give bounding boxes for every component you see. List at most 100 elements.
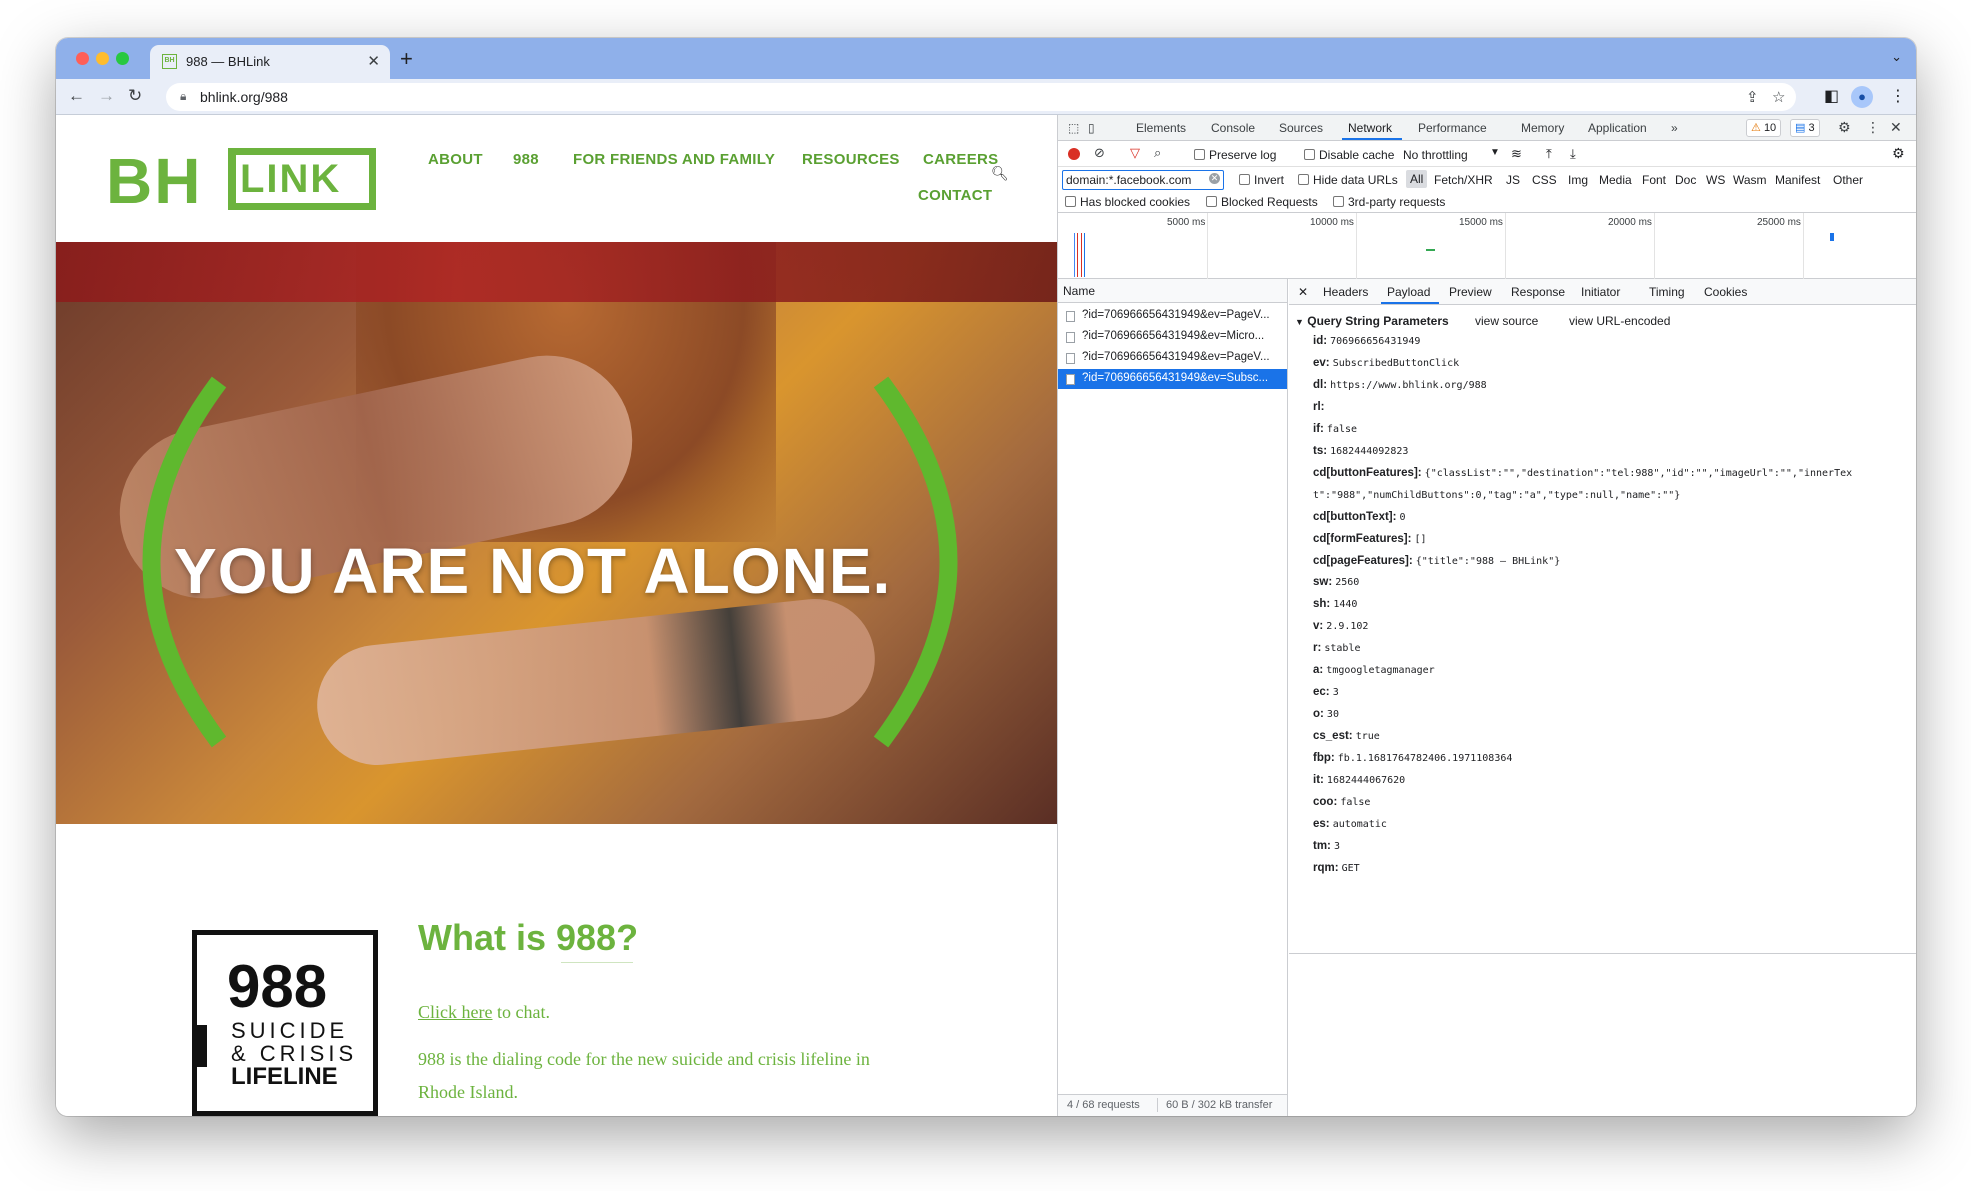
search-icon[interactable]: 🔍︎ (991, 165, 1009, 182)
hide-data-urls-checkbox[interactable] (1298, 174, 1309, 185)
type-filter-font[interactable]: Font (1642, 173, 1666, 187)
view-source-link[interactable]: view source (1475, 314, 1538, 328)
request-row[interactable]: ?id=706966656431949&ev=PageV... (1058, 348, 1287, 368)
query-param-row[interactable]: ev: SubscribedButtonClick (1313, 356, 1459, 371)
query-param-row[interactable]: coo: false (1313, 795, 1370, 810)
nav-contact[interactable]: CONTACT (918, 187, 992, 204)
record-icon[interactable] (1068, 148, 1080, 160)
name-column-header[interactable]: Name (1063, 284, 1095, 298)
chat-link[interactable]: Click here (418, 1002, 492, 1022)
request-row-selected[interactable]: ?id=706966656431949&ev=Subsc... (1058, 369, 1287, 389)
query-param-row[interactable]: t":"988","numChildButtons":0,"tag":"a","… (1313, 488, 1680, 503)
nav-careers[interactable]: CAREERS (923, 151, 998, 168)
share-icon[interactable]: ⇪ (1746, 88, 1759, 106)
detail-tab-response[interactable]: Response (1511, 285, 1565, 299)
type-filter-other[interactable]: Other (1833, 173, 1863, 187)
close-devtools-icon[interactable]: ✕ (1890, 119, 1902, 136)
nav-resources[interactable]: RESOURCES (802, 151, 900, 168)
disable-cache-checkbox[interactable] (1304, 149, 1315, 160)
tab-network[interactable]: Network (1348, 121, 1392, 135)
query-param-row[interactable]: tm: 3 (1313, 839, 1340, 854)
network-conditions-icon[interactable]: ≋ (1511, 146, 1522, 162)
warnings-badge[interactable]: ⚠ 10 (1746, 119, 1782, 137)
view-url-encoded-link[interactable]: view URL-encoded (1569, 314, 1670, 328)
search-icon[interactable]: ⌕ (1154, 145, 1161, 161)
query-param-row[interactable]: ec: 3 (1313, 685, 1339, 700)
query-string-header[interactable]: ▼ Query String Parameters (1295, 314, 1449, 328)
minimize-window-icon[interactable] (96, 52, 109, 65)
tab-search-icon[interactable]: ⌄ (1891, 49, 1902, 65)
clear-filter-icon[interactable]: ✕ (1209, 173, 1220, 184)
throttling-select[interactable]: No throttling (1403, 148, 1468, 162)
new-tab-icon[interactable]: + (400, 46, 413, 72)
query-param-row[interactable]: dl: https://www.bhlink.org/988 (1313, 378, 1487, 393)
query-param-row[interactable]: cd[formFeatures]: [] (1313, 532, 1427, 547)
export-har-icon[interactable]: ⤓ (1570, 146, 1576, 162)
type-filter-media[interactable]: Media (1599, 173, 1632, 187)
query-param-row[interactable]: es: automatic (1313, 817, 1387, 832)
tab-elements[interactable]: Elements (1136, 121, 1186, 135)
query-param-row[interactable]: rqm: GET (1313, 861, 1360, 876)
query-param-row[interactable]: cd[pageFeatures]: {"title":"988 — BHLink… (1313, 554, 1560, 569)
type-filter-img[interactable]: Img (1568, 173, 1588, 187)
detail-tab-timing[interactable]: Timing (1649, 285, 1685, 299)
lock-icon[interactable]: 🔒︎ (180, 89, 186, 104)
query-param-row[interactable]: sh: 1440 (1313, 597, 1357, 612)
detail-tab-headers[interactable]: Headers (1323, 285, 1368, 299)
bookmark-star-icon[interactable]: ☆ (1772, 88, 1785, 106)
side-panel-icon[interactable]: ◧ (1824, 86, 1839, 106)
detail-tab-initiator[interactable]: Initiator (1581, 285, 1620, 299)
type-filter-js[interactable]: JS (1506, 173, 1520, 187)
type-filter-manifest[interactable]: Manifest (1775, 173, 1820, 187)
network-timeline-overview[interactable]: 5000 ms 10000 ms 15000 ms 20000 ms 25000… (1058, 213, 1916, 279)
detail-tab-payload[interactable]: Payload (1387, 285, 1430, 299)
bhlink-logo[interactable]: BH LINK (106, 148, 376, 214)
query-param-row[interactable]: v: 2.9.102 (1313, 619, 1368, 634)
query-param-row[interactable]: id: 706966656431949 (1313, 334, 1420, 349)
query-param-row[interactable]: if: false (1313, 422, 1357, 437)
reload-icon[interactable]: ↻ (128, 86, 142, 106)
detail-tab-cookies[interactable]: Cookies (1704, 285, 1747, 299)
import-har-icon[interactable]: ⤒ (1546, 146, 1552, 162)
query-param-row[interactable]: rl: (1313, 400, 1325, 415)
messages-badge[interactable]: ▤ 3 (1790, 119, 1820, 137)
invert-checkbox[interactable] (1239, 174, 1250, 185)
devtools-menu-icon[interactable]: ⋮ (1866, 119, 1880, 136)
inspect-element-icon[interactable]: ⬚ (1068, 121, 1079, 135)
device-toolbar-icon[interactable]: ▯ (1088, 121, 1095, 135)
nav-friends-family[interactable]: FOR FRIENDS AND FAMILY (573, 151, 775, 168)
type-filter-all[interactable]: All (1406, 170, 1428, 188)
tab-application[interactable]: Application (1588, 121, 1647, 135)
has-blocked-cookies-checkbox[interactable] (1065, 196, 1076, 207)
address-bar[interactable]: 🔒︎ bhlink.org/988 ⇪ ☆ (166, 83, 1796, 111)
nav-about[interactable]: ABOUT (428, 151, 483, 168)
clear-icon[interactable]: ⊘ (1094, 145, 1105, 161)
filter-input[interactable] (1062, 170, 1224, 190)
chevron-down-icon[interactable]: ▼ (1490, 147, 1500, 158)
query-param-row[interactable]: it: 1682444067620 (1313, 773, 1405, 788)
detail-tab-preview[interactable]: Preview (1449, 285, 1492, 299)
more-tabs-icon[interactable]: » (1671, 121, 1678, 135)
tab-sources[interactable]: Sources (1279, 121, 1323, 135)
type-filter-ws[interactable]: WS (1706, 173, 1725, 187)
close-detail-icon[interactable]: ✕ (1298, 285, 1308, 299)
type-filter-doc[interactable]: Doc (1675, 173, 1696, 187)
query-param-row[interactable]: a: tmgoogletagmanager (1313, 663, 1435, 678)
tab-console[interactable]: Console (1211, 121, 1255, 135)
query-param-row[interactable]: cs_est: true (1313, 729, 1380, 744)
query-param-row[interactable]: sw: 2560 (1313, 575, 1359, 590)
filter-icon[interactable]: ▽ (1130, 145, 1140, 161)
tab-performance[interactable]: Performance (1418, 121, 1487, 135)
browser-menu-icon[interactable]: ⋮ (1890, 86, 1906, 106)
request-row[interactable]: ?id=706966656431949&ev=Micro... (1058, 327, 1287, 347)
type-filter-wasm[interactable]: Wasm (1733, 173, 1767, 187)
browser-tab[interactable]: BH 988 — BHLink ✕ (150, 45, 390, 79)
blocked-requests-checkbox[interactable] (1206, 196, 1217, 207)
third-party-checkbox[interactable] (1333, 196, 1344, 207)
type-filter-fetch[interactable]: Fetch/XHR (1434, 173, 1493, 187)
profile-avatar-icon[interactable]: ● (1851, 86, 1873, 108)
settings-gear-icon[interactable]: ⚙ (1838, 119, 1851, 136)
request-row[interactable]: ?id=706966656431949&ev=PageV... (1058, 306, 1287, 326)
maximize-window-icon[interactable] (116, 52, 129, 65)
query-param-row[interactable]: cd[buttonText]: 0 (1313, 510, 1406, 525)
